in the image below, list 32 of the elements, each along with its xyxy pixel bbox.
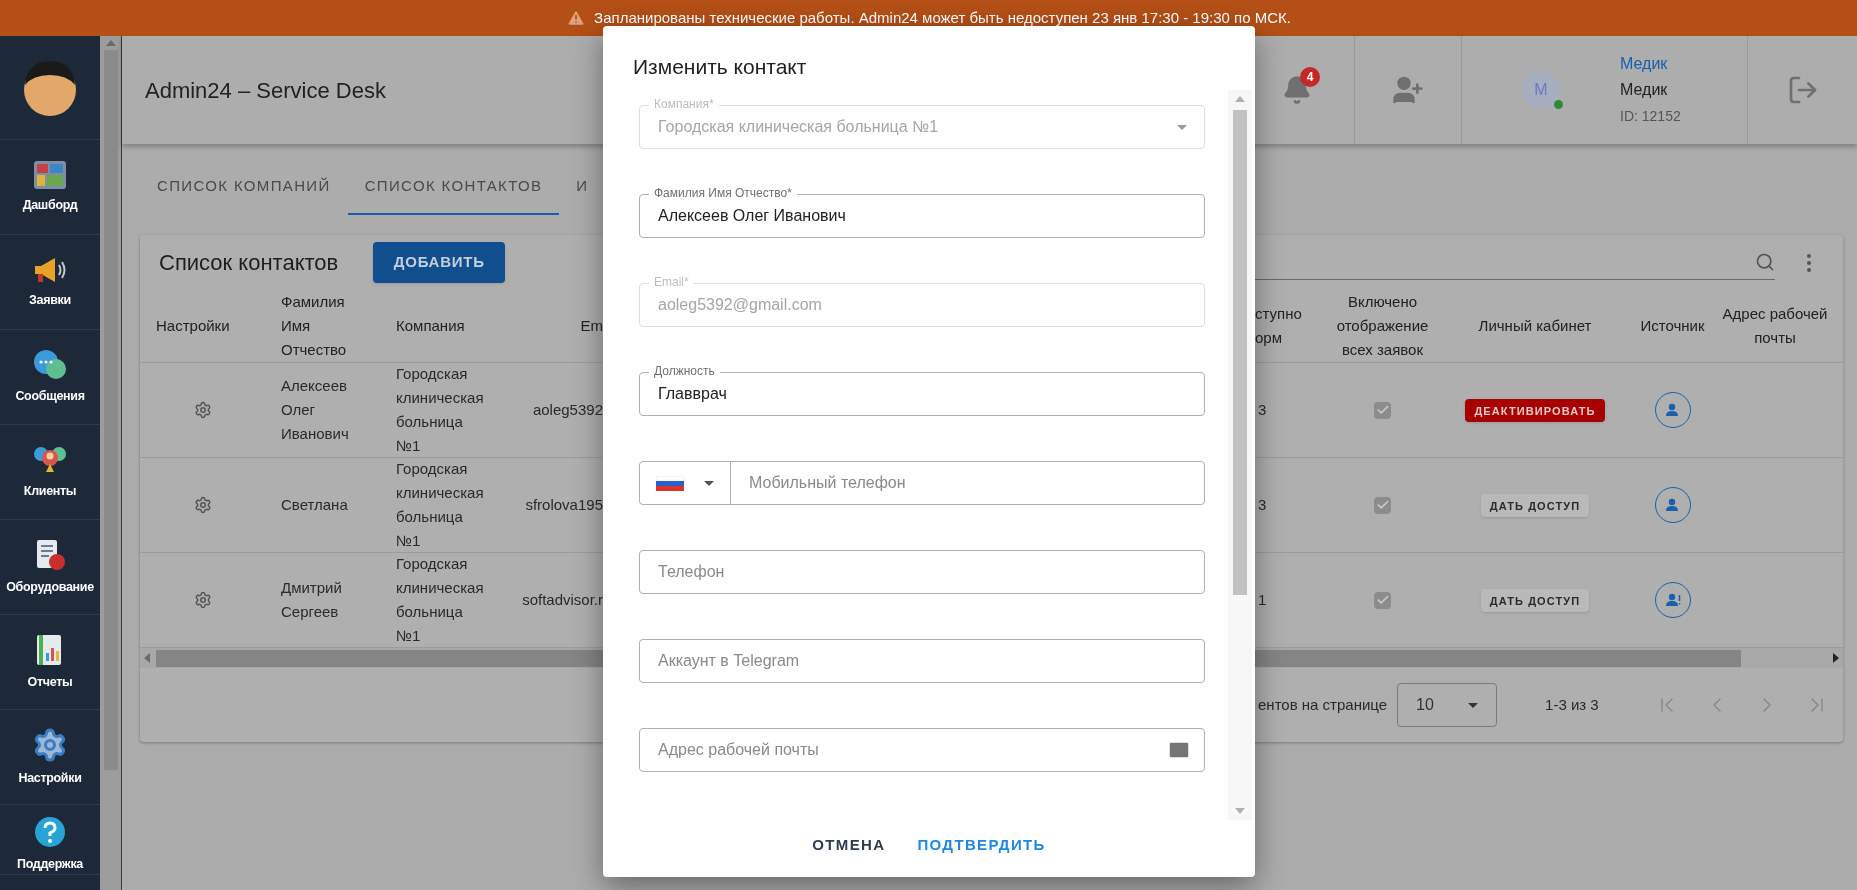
table-cell-text: Городская клиническая больница №1 <box>396 554 485 646</box>
banner-text: Запланированы технические работы. Admin24 может быть недоступен 23 янв 17:30 - 19:30 по МСК. <box>594 7 1291 28</box>
table-cell-text: Светлана <box>281 495 349 515</box>
column-header: Источник <box>1640 316 1705 336</box>
user-avatar: M <box>1522 71 1560 109</box>
table-cell-text: Городская клиническая больница №1 <box>396 459 485 551</box>
table-cell-text: Алексеев Олег Иванович <box>281 376 350 444</box>
dialog-title: Изменить контакт <box>633 53 807 80</box>
card-title: Список контактов <box>159 249 339 277</box>
column-header: Компания <box>396 316 465 336</box>
rows-per-page-label: ентов на странице <box>1258 694 1388 715</box>
table-cell-text: sfrolova195 <box>525 495 603 515</box>
table-cell-text: 3 <box>1258 400 1267 420</box>
user-name: Медик <box>1620 80 1669 100</box>
notification-badge: 4 <box>1300 67 1320 87</box>
table-cell-text: Дмитрий Сергеев <box>281 578 343 622</box>
table-cell-text: Городская клиническая больница №1 <box>396 364 485 456</box>
column-header: Адрес рабочей почты <box>1721 304 1829 348</box>
table-cell-text: aoleg5392 <box>532 400 603 420</box>
table-cell-text: softadvisor.r <box>522 590 603 610</box>
column-header: Фамилия Имя Отчество <box>281 292 348 360</box>
table-cell-text: 3 <box>1258 495 1267 515</box>
app-title: Admin24 – Service Desk <box>145 76 386 105</box>
field-label: Должность <box>649 363 720 379</box>
column-header: Em <box>580 316 603 336</box>
user-id: ID: 12152 <box>1620 107 1681 126</box>
column-header: Включено отображение всех заявок <box>1335 292 1430 360</box>
column-header: Личный кабинет <box>1478 316 1592 336</box>
table-cell-text: 1 <box>1258 590 1267 610</box>
column-header: ступно орм <box>1255 304 1303 348</box>
column-header: Настройки <box>156 316 230 336</box>
page-range: 1-3 из 3 <box>1545 694 1599 715</box>
